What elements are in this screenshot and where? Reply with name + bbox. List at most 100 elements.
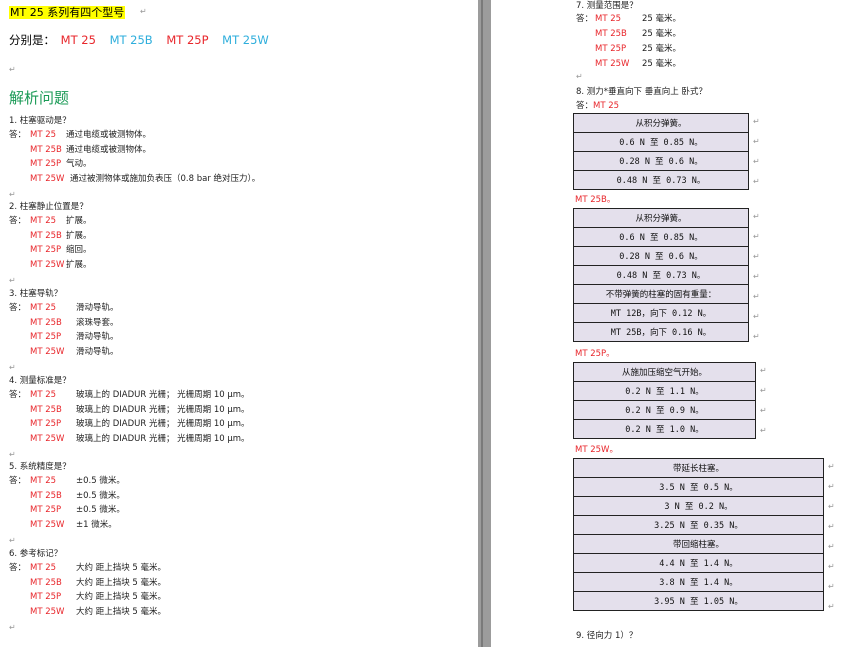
table-cell: 0.28 N 至 0.6 N。 [573, 151, 749, 171]
table-cell: 3 N 至 0.2 N。 [573, 496, 824, 516]
answer-text: 大约 距上挡块 5 毫米。 [76, 606, 167, 617]
table-row: 0.6 N 至 0.85 N。 [573, 132, 749, 152]
answer-model: MT 25 [30, 303, 57, 313]
answer-label: 答： [9, 216, 27, 226]
answer-text: 通过被测物体或施加负表压（0.8 bar 绝对压力）。 [70, 173, 261, 184]
answer-text: 玻璃上的 DIADUR 光栅； 光栅周期 10 μm。 [76, 390, 250, 400]
table-row: 3.25 N 至 0.35 N。 [573, 515, 824, 535]
table-cell: 从积分弹簧。 [573, 208, 749, 228]
table-row: 0.2 N 至 1.1 N。 [573, 381, 756, 401]
answer-text: 滚珠导套。 [76, 317, 119, 328]
paragraph-mark: ↵ [9, 536, 16, 545]
cell-end-mark: ↵ [753, 292, 760, 301]
question-5: 5. 系统精度是？ [9, 462, 71, 472]
answer-text: 大约 距上挡块 5 毫米。 [76, 592, 167, 602]
models-line: 分别是： MT 25 MT 25B MT 25P MT 25W [9, 33, 279, 47]
answer-label: 答：MT 25 [576, 102, 619, 111]
answer-label: 答： [9, 130, 27, 140]
cell-end-mark: ↵ [828, 562, 835, 571]
table-cell: 3.95 N 至 1.05 N。 [573, 591, 824, 611]
question-4: 4. 测量标准是？ [9, 376, 71, 386]
answer-model: MT 25P [595, 44, 627, 54]
answer-text: 扩展。 [66, 259, 92, 270]
answer-text: ±0.5 微米。 [76, 476, 125, 486]
answer-text: 滑动导轨。 [76, 303, 119, 313]
answer-model: MT 25 [595, 14, 622, 24]
table-row: MT 25B，向下 0.16 N。 [573, 322, 749, 342]
answer-text: 缩回。 [66, 245, 92, 255]
cell-end-mark: ↵ [828, 502, 835, 511]
table-row: 0.2 N 至 0.9 N。 [573, 400, 756, 420]
answer-label: 答： [9, 303, 27, 313]
table-row: 0.48 N 至 0.73 N。 [573, 265, 749, 285]
answer-model: MT 25W [30, 259, 65, 270]
table-cell: 3.5 N 至 0.5 N。 [573, 477, 824, 497]
question-1: 1. 柱塞驱动是？ [9, 116, 71, 126]
answer-text: 玻璃上的 DIADUR 光栅； 光栅周期 10 μm。 [76, 419, 250, 429]
question-2: 2. 柱塞静止位置是？ [9, 202, 88, 212]
answer-label: 答： [9, 390, 27, 400]
table-row: 3.8 N 至 1.4 N。 [573, 572, 824, 592]
answer-text: 25 毫米。 [642, 14, 682, 24]
answer-text: 25 毫米。 [642, 29, 682, 39]
answer-model: MT 25B [30, 490, 62, 501]
cell-end-mark: ↵ [828, 462, 835, 471]
table-row: 0.48 N 至 0.73 N。 [573, 170, 749, 190]
table-row: 3.5 N 至 0.5 N。 [573, 477, 824, 497]
answer-text: 通过电缆或被测物体。 [66, 130, 152, 140]
answer-model: MT 25W [30, 606, 65, 617]
cell-end-mark: ↵ [760, 406, 767, 415]
section-heading: 解析问题 [9, 89, 70, 107]
table-row: 3.95 N 至 1.05 N。 [573, 591, 824, 611]
table-row: 4.4 N 至 1.4 N。 [573, 553, 824, 573]
paragraph-mark: ↵ [9, 190, 16, 199]
answer-model: MT 25 [30, 130, 57, 140]
cell-end-mark: ↵ [753, 137, 760, 146]
answer-text: ±0.5 微米。 [76, 505, 125, 515]
table-cell: 0.6 N 至 0.85 N。 [573, 227, 749, 247]
answer-model: MT 25 [30, 216, 57, 226]
table-cell: MT 25B，向下 0.16 N。 [573, 322, 749, 342]
cell-end-mark: ↵ [828, 542, 835, 551]
answer-text: 大约 距上挡块 5 毫米。 [76, 577, 167, 588]
models-label: 分别是： [9, 33, 55, 47]
table-cell: 从施加压缩空气开始。 [573, 362, 756, 382]
answer-prefix: 答： [576, 101, 594, 111]
paragraph-mark: ↵ [9, 65, 16, 74]
table-row: 0.2 N 至 1.0 N。 [573, 419, 756, 439]
model-name: MT 25B [109, 33, 153, 47]
table-cell: 3.25 N 至 0.35 N。 [573, 515, 824, 535]
table-row: 0.28 N 至 0.6 N。 [573, 151, 749, 171]
answer-text: ±1 微米。 [76, 519, 117, 530]
cell-end-mark: ↵ [753, 117, 760, 126]
cell-end-mark: ↵ [828, 602, 835, 611]
answer-text: 玻璃上的 DIADUR 光栅； 光栅周期 10 μm。 [76, 433, 250, 444]
question-9: 9. 径向力 1）？ [576, 631, 638, 641]
answer-model: MT 25B [30, 404, 62, 415]
model-name: MT 25P [166, 33, 209, 47]
answer-model: MT 25P [30, 332, 62, 342]
table-row: MT 12B，向下 0.12 N。 [573, 303, 749, 323]
paragraph-mark: ↵ [9, 623, 16, 632]
answer-text: 滑动导轨。 [76, 332, 119, 342]
answer-model: MT 25W [30, 433, 65, 444]
cell-end-mark: ↵ [753, 177, 760, 186]
cell-end-mark: ↵ [828, 522, 835, 531]
answer-text: 25 毫米。 [642, 44, 682, 54]
paragraph-mark: ↵ [9, 450, 16, 459]
force-table: 带延长柱塞。 3.5 N 至 0.5 N。 3 N 至 0.2 N。 3.25 N 至… [573, 458, 824, 611]
table-model-label: MT 25P。 [575, 349, 615, 359]
force-table: 从施加压缩空气开始。 0.2 N 至 1.1 N。 0.2 N 至 0.9 N。 0.… [573, 362, 756, 439]
answer-text: 扩展。 [66, 216, 92, 226]
table-cell: 带延长柱塞。 [573, 458, 824, 478]
table-row: 带回缩柱塞。 [573, 534, 824, 554]
cell-end-mark: ↵ [753, 272, 760, 281]
model-name: MT 25 [60, 33, 96, 47]
cell-end-mark: ↵ [760, 426, 767, 435]
cell-end-mark: ↵ [760, 386, 767, 395]
question-6: 6. 参考标记？ [9, 549, 63, 559]
cell-end-mark: ↵ [753, 157, 760, 166]
table-cell: 0.48 N 至 0.73 N。 [573, 265, 749, 285]
answer-text: 玻璃上的 DIADUR 光栅； 光栅周期 10 μm。 [76, 404, 250, 415]
answer-label: 答： [9, 476, 27, 486]
